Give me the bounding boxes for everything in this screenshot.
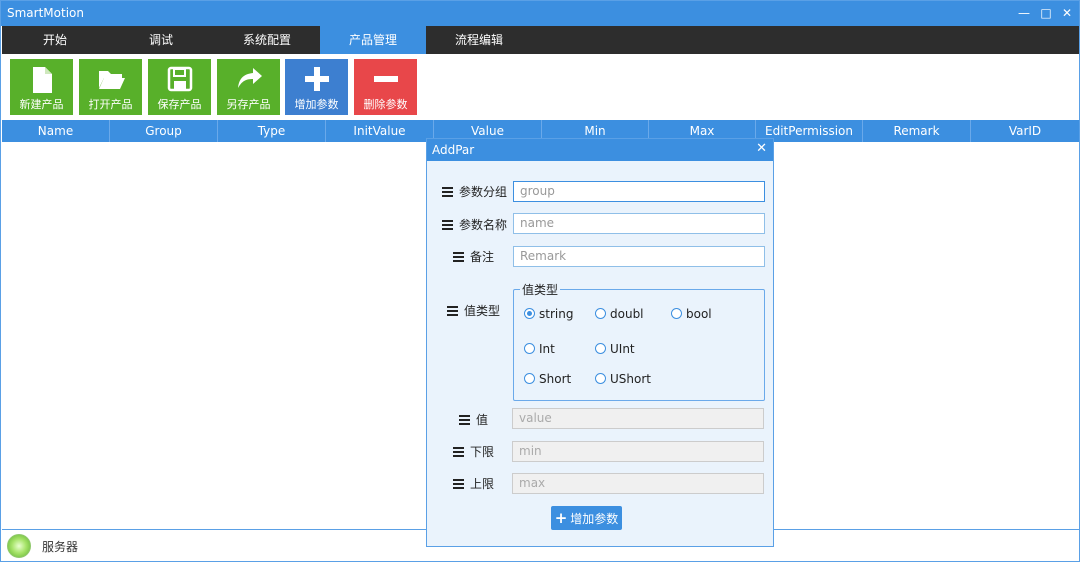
radio-empty-icon bbox=[524, 343, 535, 354]
maximize-button[interactable]: □ bbox=[1037, 4, 1055, 22]
radio-doubl-label: doubl bbox=[610, 307, 644, 321]
radio-empty-icon bbox=[524, 373, 535, 384]
radio-bool-label: bool bbox=[686, 307, 712, 321]
value-label-text: 值 bbox=[476, 413, 489, 427]
column-header-remark[interactable]: Remark bbox=[863, 120, 971, 142]
radio-int-label: Int bbox=[539, 342, 555, 356]
radio-short[interactable]: Short bbox=[524, 372, 571, 386]
close-button[interactable]: ✕ bbox=[1058, 4, 1076, 22]
tab-flow-edit[interactable]: 流程编辑 bbox=[426, 26, 532, 54]
delete-param-label: 删除参数 bbox=[363, 98, 408, 111]
folder-open-icon bbox=[99, 71, 125, 89]
menu-bar: 开始 调试 系统配置 产品管理 流程编辑 bbox=[2, 26, 1079, 54]
save-product-button[interactable]: 保存产品 bbox=[148, 59, 211, 115]
open-product-label: 打开产品 bbox=[88, 98, 133, 111]
new-file-icon bbox=[33, 67, 52, 93]
share-arrow-icon bbox=[238, 68, 262, 88]
value-field-label: 值 bbox=[459, 411, 488, 428]
radio-empty-icon bbox=[671, 308, 682, 319]
open-product-button[interactable]: 打开产品 bbox=[79, 59, 142, 115]
column-header-name[interactable]: Name bbox=[2, 120, 110, 142]
group-field-label: 参数分组 bbox=[442, 183, 507, 200]
save-as-product-label: 另存产品 bbox=[226, 98, 271, 111]
minus-icon bbox=[374, 76, 398, 82]
radio-string[interactable]: string bbox=[524, 307, 573, 321]
save-product-label: 保存产品 bbox=[157, 98, 202, 111]
dialog-add-param-button[interactable]: + 增加参数 bbox=[551, 506, 622, 530]
radio-doubl[interactable]: doubl bbox=[595, 307, 644, 321]
menu-lines-icon bbox=[453, 250, 464, 264]
max-input[interactable]: max bbox=[512, 473, 764, 494]
radio-selected-icon bbox=[524, 308, 535, 319]
tab-system-config[interactable]: 系统配置 bbox=[214, 26, 320, 54]
column-header-initvalue[interactable]: InitValue bbox=[326, 120, 434, 142]
radio-int[interactable]: Int bbox=[524, 342, 555, 356]
tab-debug[interactable]: 调试 bbox=[108, 26, 214, 54]
save-icon bbox=[167, 66, 193, 92]
menu-lines-icon bbox=[459, 413, 470, 427]
plus-icon bbox=[305, 67, 329, 91]
radio-string-label: string bbox=[539, 307, 574, 321]
radio-empty-icon bbox=[595, 308, 606, 319]
dialog-add-param-label: 增加参数 bbox=[570, 512, 619, 526]
dialog-close-button[interactable]: ✕ bbox=[756, 141, 767, 156]
app-title: SmartMotion bbox=[7, 6, 84, 20]
radio-bool[interactable]: bool bbox=[671, 307, 712, 321]
max-label-text: 上限 bbox=[470, 477, 495, 491]
min-field-label: 下限 bbox=[453, 443, 494, 460]
tab-product-management[interactable]: 产品管理 bbox=[320, 26, 426, 54]
add-param-label: 增加参数 bbox=[294, 98, 339, 111]
column-header-type[interactable]: Type bbox=[218, 120, 326, 142]
group-label-text: 参数分组 bbox=[459, 185, 508, 199]
radio-empty-icon bbox=[595, 373, 606, 384]
tab-start[interactable]: 开始 bbox=[2, 26, 108, 54]
menu-lines-icon bbox=[447, 304, 458, 318]
minimize-button[interactable]: — bbox=[1015, 4, 1033, 22]
new-product-label: 新建产品 bbox=[19, 98, 64, 111]
remark-field-label: 备注 bbox=[453, 248, 494, 265]
radio-uint-label: UInt bbox=[610, 342, 635, 356]
min-input[interactable]: min bbox=[512, 441, 764, 462]
new-product-button[interactable]: 新建产品 bbox=[10, 59, 73, 115]
add-param-button[interactable]: 增加参数 bbox=[285, 59, 348, 115]
radio-short-label: Short bbox=[539, 372, 572, 386]
name-field-label: 参数名称 bbox=[442, 216, 507, 233]
delete-param-button[interactable]: 删除参数 bbox=[354, 59, 417, 115]
value-type-group: 值类型 string doubl bool Int UInt Short USh… bbox=[513, 281, 765, 401]
menu-lines-icon bbox=[442, 185, 453, 199]
app-window: SmartMotion — □ ✕ 开始 调试 系统配置 产品管理 流程编辑 新… bbox=[0, 0, 1080, 562]
radio-ushort[interactable]: UShort bbox=[595, 372, 651, 386]
value-type-field-label: 值类型 bbox=[447, 302, 500, 319]
server-status-indicator bbox=[7, 534, 31, 558]
dialog-title: AddPar bbox=[432, 143, 475, 157]
group-input[interactable]: group bbox=[513, 181, 765, 202]
remark-label-text: 备注 bbox=[470, 250, 495, 264]
value-type-group-title: 值类型 bbox=[520, 281, 561, 298]
name-input[interactable]: name bbox=[513, 213, 765, 234]
remark-input[interactable]: Remark bbox=[513, 246, 765, 267]
value-input[interactable]: value bbox=[512, 408, 764, 429]
menu-lines-icon bbox=[453, 477, 464, 491]
name-label-text: 参数名称 bbox=[459, 218, 508, 232]
menu-lines-icon bbox=[442, 218, 453, 232]
column-header-group[interactable]: Group bbox=[110, 120, 218, 142]
add-param-dialog: AddPar ✕ 参数分组 group 参数名称 name 备注 Remark … bbox=[426, 138, 774, 547]
plus-icon: + bbox=[554, 509, 568, 527]
value-type-label-text: 值类型 bbox=[464, 304, 501, 318]
menu-lines-icon bbox=[453, 445, 464, 459]
radio-uint[interactable]: UInt bbox=[595, 342, 635, 356]
radio-ushort-label: UShort bbox=[610, 372, 651, 386]
title-bar: SmartMotion — □ ✕ bbox=[1, 1, 1079, 26]
max-field-label: 上限 bbox=[453, 475, 494, 492]
dialog-title-bar: AddPar ✕ bbox=[427, 139, 773, 161]
toolbar: 新建产品 打开产品 保存产品 另存产品 增加参数 删除参数 bbox=[2, 54, 1079, 119]
server-status-label: 服务器 bbox=[42, 540, 79, 554]
save-as-product-button[interactable]: 另存产品 bbox=[217, 59, 280, 115]
radio-empty-icon bbox=[595, 343, 606, 354]
column-header-varid[interactable]: VarID bbox=[971, 120, 1079, 142]
min-label-text: 下限 bbox=[470, 445, 495, 459]
